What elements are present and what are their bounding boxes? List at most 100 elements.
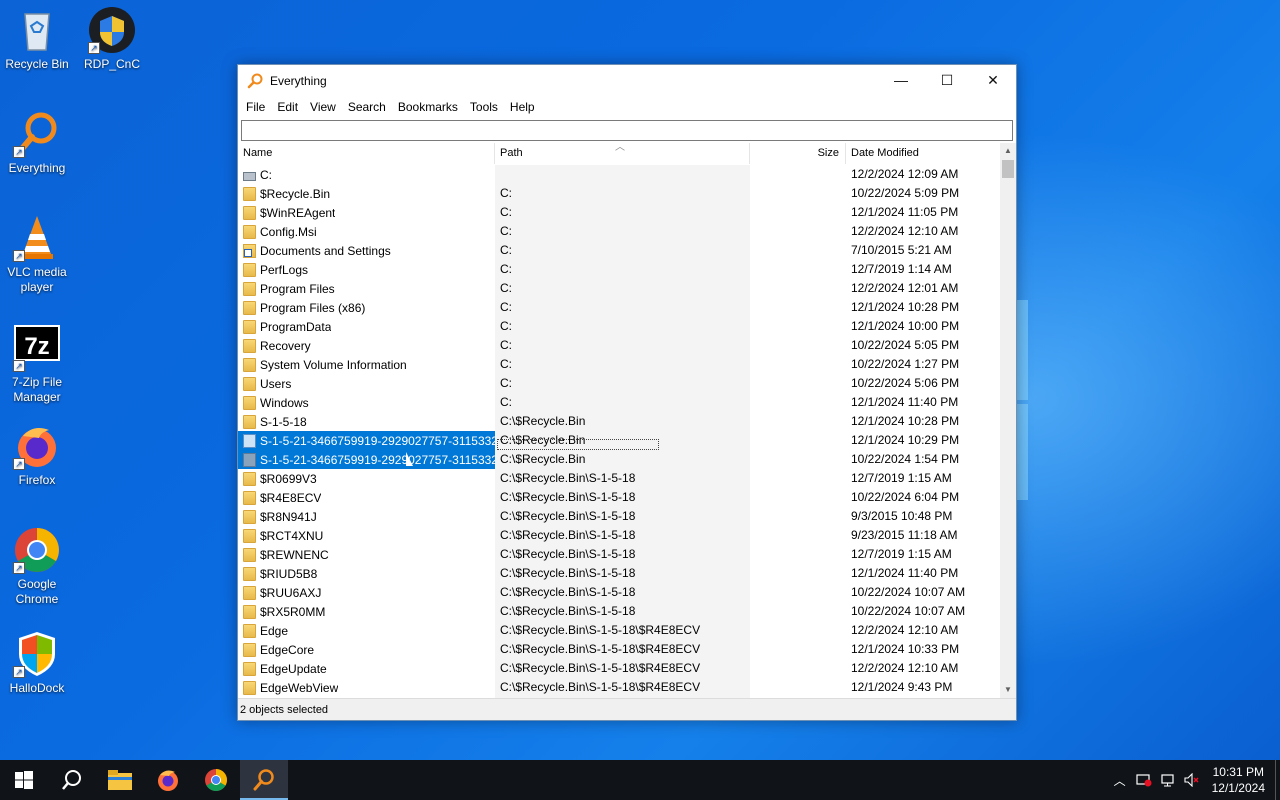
folder-icon: [243, 205, 256, 220]
menu-view[interactable]: View: [304, 100, 342, 114]
result-name-cell[interactable]: Config.Msi: [238, 222, 495, 241]
taskbar-everything[interactable]: [240, 760, 288, 800]
result-name-cell[interactable]: S-1-5-21-3466759919-2929027757-3115332..…: [238, 431, 495, 450]
menu-file[interactable]: File: [240, 100, 271, 114]
result-row[interactable]: Recovery C: 10/22/2024 5:05 PM: [238, 336, 1000, 355]
result-row[interactable]: Documents and Settings C: 7/10/2015 5:21 A…: [238, 241, 1000, 260]
result-name-cell[interactable]: $RIUD5B8: [238, 564, 495, 583]
taskbar-chrome[interactable]: [192, 760, 240, 800]
result-row[interactable]: $REWNENC C:\$Recycle.Bin\S-1-5-18 12/7/201…: [238, 545, 1000, 564]
result-row[interactable]: System Volume Information C: 10/22/2024 1:…: [238, 355, 1000, 374]
title-bar[interactable]: Everything — ☐ ✕: [238, 65, 1016, 96]
result-name-cell[interactable]: EdgeWebView: [238, 678, 495, 697]
result-name-cell[interactable]: Recovery: [238, 336, 495, 355]
result-name-cell[interactable]: Users: [238, 374, 495, 393]
result-row[interactable]: Config.Msi C: 12/2/2024 12:10 AM: [238, 222, 1000, 241]
desktop-icon-7zip[interactable]: 7z ↗ 7-Zip File Manager: [0, 324, 74, 405]
scroll-down-icon[interactable]: ▼: [1000, 682, 1016, 698]
result-name-cell[interactable]: $REWNENC: [238, 545, 495, 564]
result-row[interactable]: $RX5R0MM C:\$Recycle.Bin\S-1-5-18 10/22/20…: [238, 602, 1000, 621]
search-input[interactable]: [242, 121, 1012, 140]
menu-search[interactable]: Search: [342, 100, 392, 114]
vertical-scrollbar[interactable]: ▲ ▼: [1000, 143, 1016, 698]
result-name-cell[interactable]: S-1-5-21-3466759919-2929027757-3115332..…: [238, 450, 495, 469]
show-desktop-button[interactable]: [1275, 760, 1280, 800]
result-name-cell[interactable]: S-1-5-18: [238, 412, 495, 431]
result-name-cell[interactable]: PerfLogs: [238, 260, 495, 279]
menu-edit[interactable]: Edit: [271, 100, 304, 114]
result-row[interactable]: PerfLogs C: 12/7/2019 1:14 AM: [238, 260, 1000, 279]
result-row[interactable]: $RCT4XNU C:\$Recycle.Bin\S-1-5-18 9/23/201…: [238, 526, 1000, 545]
result-name-cell[interactable]: Program Files: [238, 279, 495, 298]
result-name-cell[interactable]: $R8N941J: [238, 507, 495, 526]
result-name-cell[interactable]: $RCT4XNU: [238, 526, 495, 545]
result-name-cell[interactable]: $R0699V3: [238, 469, 495, 488]
menu-tools[interactable]: Tools: [464, 100, 504, 114]
close-button[interactable]: ✕: [970, 65, 1016, 95]
desktop-icon-hallodock[interactable]: ↗ HalloDock: [0, 630, 74, 696]
column-path[interactable]: Path ︿: [495, 142, 750, 164]
result-row[interactable]: $R0699V3 C:\$Recycle.Bin\S-1-5-18 12/7/201…: [238, 469, 1000, 488]
desktop-icon-chrome[interactable]: ↗ Google Chrome: [0, 526, 74, 607]
result-row[interactable]: $R4E8ECV C:\$Recycle.Bin\S-1-5-18 10/22/20…: [238, 488, 1000, 507]
result-row[interactable]: Windows C: 12/1/2024 11:40 PM: [238, 393, 1000, 412]
result-name-cell[interactable]: Edge: [238, 621, 495, 640]
result-name-cell[interactable]: ProgramData: [238, 317, 495, 336]
result-row[interactable]: $R8N941J C:\$Recycle.Bin\S-1-5-18 9/3/2015…: [238, 507, 1000, 526]
result-row[interactable]: Edge C:\$Recycle.Bin\S-1-5-18\$R4E8ECV 12/…: [238, 621, 1000, 640]
result-name-cell[interactable]: System Volume Information: [238, 355, 495, 374]
folder-icon: [243, 281, 256, 296]
column-size[interactable]: Size: [750, 143, 846, 164]
result-row[interactable]: C: 12/2/2024 12:09 AM: [238, 165, 1000, 184]
result-name-cell[interactable]: $RUU6AXJ: [238, 583, 495, 602]
sort-ascending-icon: ︿: [615, 142, 625, 153]
taskbar-clock[interactable]: 10:31 PM 12/1/2024: [1204, 764, 1275, 796]
result-name-cell[interactable]: C:: [238, 165, 495, 184]
result-name-cell[interactable]: Program Files (x86): [238, 298, 495, 317]
result-row[interactable]: Users C: 10/22/2024 5:06 PM: [238, 374, 1000, 393]
result-name-cell[interactable]: $Recycle.Bin: [238, 184, 495, 203]
scroll-thumb[interactable]: [1002, 160, 1014, 178]
taskbar-file-explorer[interactable]: [96, 760, 144, 800]
result-row[interactable]: EdgeWebView C:\$Recycle.Bin\S-1-5-18\$R4E…: [238, 678, 1000, 697]
result-row[interactable]: S-1-5-18 C:\$Recycle.Bin 12/1/2024 10:28 P…: [238, 412, 1000, 431]
column-date-modified[interactable]: Date Modified: [846, 143, 1000, 164]
chevron-up-icon[interactable]: ︿: [1108, 760, 1132, 800]
result-name-cell[interactable]: Windows: [238, 393, 495, 412]
desktop-icon-firefox[interactable]: ↗ Firefox: [0, 422, 74, 488]
start-button[interactable]: [0, 760, 48, 800]
result-name-cell[interactable]: $RX5R0MM: [238, 602, 495, 621]
result-name-cell[interactable]: $WinREAgent: [238, 203, 495, 222]
result-name-cell[interactable]: EdgeUpdate: [238, 659, 495, 678]
column-name[interactable]: Name: [238, 143, 495, 164]
result-path: C:\$Recycle.Bin: [500, 452, 586, 466]
result-row[interactable]: Program Files C: 12/2/2024 12:01 AM: [238, 279, 1000, 298]
result-name-cell[interactable]: EdgeCore: [238, 640, 495, 659]
result-row[interactable]: $RIUD5B8 C:\$Recycle.Bin\S-1-5-18 12/1/202…: [238, 564, 1000, 583]
result-row[interactable]: $Recycle.Bin C: 10/22/2024 5:09 PM: [238, 184, 1000, 203]
result-row[interactable]: S-1-5-21-3466759919-2929027757-3115332..…: [238, 450, 1000, 469]
desktop-icon-recycle-bin[interactable]: Recycle Bin: [0, 6, 74, 72]
security-alert-icon[interactable]: [1132, 760, 1156, 800]
desktop-icon-everything[interactable]: ↗ Everything: [0, 110, 74, 176]
result-name: S-1-5-18: [260, 414, 307, 429]
menu-help[interactable]: Help: [504, 100, 541, 114]
scroll-up-icon[interactable]: ▲: [1000, 143, 1016, 159]
network-icon[interactable]: [1156, 760, 1180, 800]
result-row[interactable]: $WinREAgent C: 12/1/2024 11:05 PM: [238, 203, 1000, 222]
result-name-cell[interactable]: Documents and Settings: [238, 241, 495, 260]
result-row[interactable]: Program Files (x86) C: 12/1/2024 10:28 PM: [238, 298, 1000, 317]
volume-muted-icon[interactable]: [1180, 760, 1204, 800]
result-name-cell[interactable]: $R4E8ECV: [238, 488, 495, 507]
result-row[interactable]: ProgramData C: 12/1/2024 10:00 PM: [238, 317, 1000, 336]
desktop-icon-vlc[interactable]: ↗ VLC media player: [0, 214, 74, 295]
maximize-button[interactable]: ☐: [924, 65, 970, 95]
result-row[interactable]: $RUU6AXJ C:\$Recycle.Bin\S-1-5-18 10/22/20…: [238, 583, 1000, 602]
menu-bookmarks[interactable]: Bookmarks: [392, 100, 464, 114]
result-row[interactable]: EdgeUpdate C:\$Recycle.Bin\S-1-5-18\$R4E8…: [238, 659, 1000, 678]
result-row[interactable]: EdgeCore C:\$Recycle.Bin\S-1-5-18\$R4E8EC…: [238, 640, 1000, 659]
taskbar-firefox[interactable]: [144, 760, 192, 800]
taskbar-search-button[interactable]: [48, 760, 96, 800]
desktop-icon-rdp-cnc[interactable]: ↗ RDP_CnC: [75, 6, 149, 72]
minimize-button[interactable]: —: [878, 65, 924, 95]
